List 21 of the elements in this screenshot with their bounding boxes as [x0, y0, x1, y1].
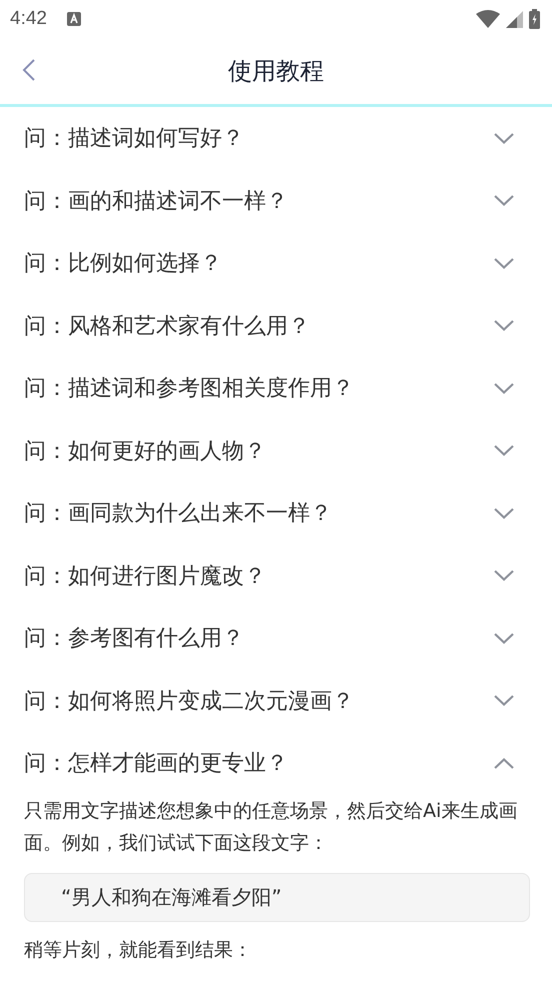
faq-question[interactable]: 问：如何进行图片魔改？ — [0, 544, 552, 607]
faq-question[interactable]: 问：比例如何选择？ — [0, 232, 552, 294]
faq-question[interactable]: 问：如何将照片变成二次元漫画？ — [0, 670, 552, 732]
notification-icon — [66, 12, 81, 26]
faq-question[interactable]: 问：风格和艺术家有什么用？ — [0, 294, 552, 357]
battery-icon — [529, 9, 540, 29]
answer-text: 稍等片刻，就能看到结果： — [24, 938, 253, 962]
signal-icon — [506, 10, 523, 28]
page-title: 使用教程 — [228, 56, 324, 87]
faq-question[interactable]: 问：画的和描述词不一样？ — [0, 170, 552, 232]
faq-question[interactable]: 问：画同款为什么出来不一样？ — [0, 482, 552, 544]
example-prompt: “男人和狗在海滩看夕阳” — [24, 872, 530, 922]
faq-question[interactable]: 问：怎样才能画的更专业？ — [0, 732, 552, 794]
faq-question[interactable]: 问：参考图有什么用？ — [0, 607, 552, 670]
wifi-icon — [476, 10, 500, 28]
status-time: 4:42 — [10, 8, 47, 30]
faq-question[interactable]: 问：描述词和参考图相关度作用？ — [0, 357, 552, 420]
faq-question[interactable]: 问：描述词如何写好？ — [0, 107, 552, 170]
chevron-left-icon — [22, 58, 36, 82]
answer-text: 只需用文字描述您想象中的任意场景，然后交给Ai来生成画面。例如，我们试试下面这段文字： — [24, 798, 518, 856]
faq-question[interactable]: 问：如何更好的画人物？ — [0, 420, 552, 482]
